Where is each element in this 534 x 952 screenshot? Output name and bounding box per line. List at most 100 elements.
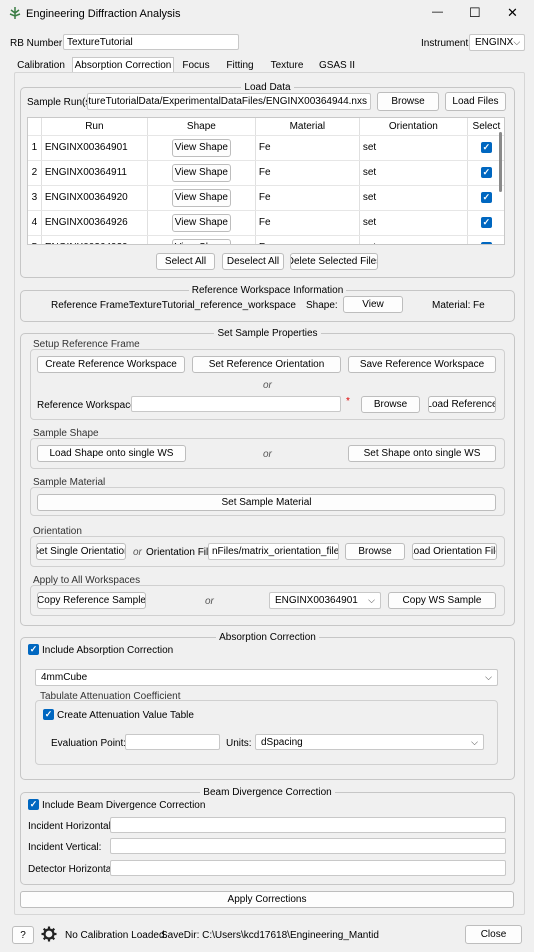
instrument-select[interactable]: ENGINX ⌵ [469,34,525,51]
table-row[interactable]: 3 ENGINX00364920 View Shape Fe set ✓ [28,185,504,211]
table-row[interactable]: 4 ENGINX00364926 View Shape Fe set ✓ [28,210,504,236]
sample-runs-input[interactable]: pts/TextureTutorialData/ExperimentalData… [87,93,371,110]
table-row[interactable]: 2 ENGINX00364911 View Shape Fe set ✓ [28,160,504,186]
chevron-down-icon: ⌵ [471,736,478,747]
copy-ws-sample-button[interactable]: Copy WS Sample [388,592,496,609]
material-cell[interactable]: Fe [255,235,360,244]
set-shape-button[interactable]: Set Shape onto single WS [348,445,496,462]
close-window-button[interactable]: ✕ [507,5,518,21]
save-reference-workspace-button[interactable]: Save Reference Workspace [348,356,496,373]
tab-calibration[interactable]: Calibration [14,57,68,73]
view-shape-button[interactable]: View Shape [171,188,231,207]
delete-selected-button[interactable]: Delete Selected Files [290,253,378,270]
view-shape-button[interactable]: View Shape [171,213,231,232]
instrument-value: ENGINX [475,37,514,48]
col-shape: Shape [147,118,256,136]
calibration-status: No Calibration Loaded. [65,930,168,941]
select-all-button[interactable]: Select All [156,253,215,270]
col-run: Run [41,118,148,136]
rb-number-label: RB Number: [10,38,66,49]
incident-vertical-input[interactable] [110,838,506,854]
material-cell[interactable]: Fe [255,160,360,186]
orientation-cell[interactable]: set [359,135,468,161]
run-cell[interactable]: ENGINX00364926 [41,210,148,236]
workspace-select-value: ENGINX00364901 [275,595,358,606]
tab-gsas-ii[interactable]: GSAS II [314,57,360,73]
load-shape-button[interactable]: Load Shape onto single WS [37,445,186,462]
help-button[interactable]: ? [12,926,34,944]
orientation-cell[interactable]: set [359,210,468,236]
orientation-cell[interactable]: set [359,185,468,211]
orientation-cell[interactable]: set [359,160,468,186]
window-title: Engineering Diffraction Analysis [26,8,181,20]
load-reference-button[interactable]: Load Reference [428,396,496,413]
browse-orientation-button[interactable]: Browse [345,543,405,560]
incident-horizontal-input[interactable] [110,817,506,833]
tab-texture[interactable]: Texture [266,57,308,73]
minimize-button[interactable]: — [432,6,443,18]
view-shape-button[interactable]: View Shape [171,238,231,244]
incident-horizontal-label: Incident Horizontal: [28,821,114,832]
tab-absorption-correction[interactable]: Absorption Correction [72,57,174,73]
include-beam-label: Include Beam Divergence Correction [42,800,206,811]
reference-workspace-input[interactable] [131,396,341,412]
set-sample-material-button[interactable]: Set Sample Material [37,494,496,511]
view-reference-shape-button[interactable]: View [343,296,403,313]
workspace-select[interactable]: ENGINX00364901 ⌵ [269,592,381,609]
material-cell[interactable]: Fe [255,185,360,211]
select-checkbox[interactable]: ✓ [480,167,492,178]
absorption-shape-select[interactable]: 4mmCube ⌵ [35,669,498,686]
close-button[interactable]: Close [465,925,522,944]
include-absorption-checkbox[interactable]: ✓ [28,644,39,655]
units-label: Units: [226,738,252,749]
material-cell[interactable]: Fe [255,135,360,161]
run-cell[interactable]: ENGINX00364911 [41,160,148,186]
evaluation-point-input[interactable] [125,734,220,750]
include-beam-checkbox[interactable]: ✓ [28,799,39,810]
select-checkbox[interactable]: ✓ [480,242,492,244]
maximize-button[interactable]: ☐ [469,5,481,21]
create-table-label: Create Attenuation Value Table [57,710,194,721]
orientation-cell[interactable]: set [359,235,468,244]
select-checkbox[interactable]: ✓ [480,217,492,228]
load-files-button[interactable]: Load Files [445,92,506,111]
set-single-orientation-button[interactable]: Set Single Orientation [36,543,126,560]
material-cell[interactable]: Fe [255,210,360,236]
table-scrollbar[interactable] [499,132,502,192]
browse-reference-button[interactable]: Browse [361,396,420,413]
set-reference-orientation-button[interactable]: Set Reference Orientation [192,356,341,373]
select-checkbox[interactable]: ✓ [480,142,492,153]
or-label: or [263,380,272,391]
reference-workspace-label: Reference Workspace [37,400,136,411]
app-icon [8,6,22,20]
title-bar: Engineering Diffraction Analysis — ☐ ✕ [0,0,534,28]
tab-focus[interactable]: Focus [178,57,214,73]
or-label: or [133,547,142,558]
view-shape-button[interactable]: View Shape [171,163,231,182]
run-cell[interactable]: ENGINX00364901 [41,135,148,161]
units-select[interactable]: dSpacing ⌵ [255,734,484,750]
load-data-title: Load Data [241,82,294,93]
create-reference-workspace-button[interactable]: Create Reference Workspace [37,356,185,373]
detector-horizontal-label: Detector Horizontal: [28,864,117,875]
row-index: 1 [28,135,42,161]
select-checkbox[interactable]: ✓ [480,192,492,203]
rb-number-input[interactable]: TextureTutorial [63,34,239,50]
tab-fitting[interactable]: Fitting [220,57,260,73]
browse-runs-button[interactable]: Browse [377,92,439,111]
orientation-file-input[interactable]: nFiles/matrix_orientation_file.txt [208,543,339,560]
apply-corrections-button[interactable]: Apply Corrections [20,891,514,908]
detector-horizontal-input[interactable] [110,860,506,876]
deselect-all-button[interactable]: Deselect All [222,253,284,270]
create-table-checkbox[interactable]: ✓ [43,709,54,720]
table-row[interactable]: 5 ENGINX00364929 View Shape Fe set ✓ [28,235,504,244]
table-row[interactable]: 1 ENGINX00364901 View Shape Fe set ✓ [28,135,504,161]
load-orientation-file-button[interactable]: Load Orientation File [412,543,497,560]
or-label: or [205,596,214,607]
run-cell[interactable]: ENGINX00364920 [41,185,148,211]
run-cell[interactable]: ENGINX00364929 [41,235,148,244]
ref-material-label: Material: [432,300,471,311]
gear-icon[interactable] [41,926,57,942]
view-shape-button[interactable]: View Shape [171,138,231,157]
copy-reference-sample-button[interactable]: Copy Reference Sample [37,592,146,609]
